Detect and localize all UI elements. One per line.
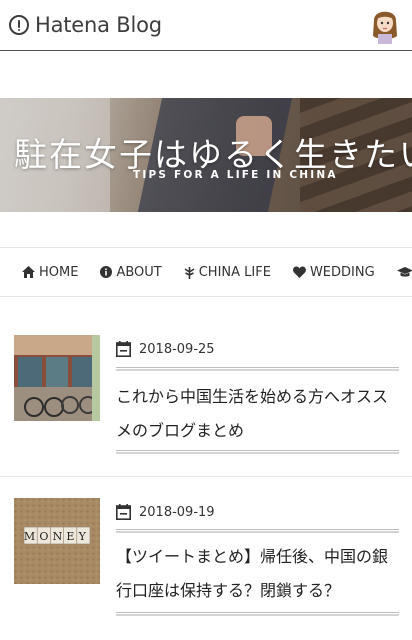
article-title[interactable]: 【ツイートまとめ】帰任後、中国の銀行口座は保持する？閉鎖する？: [116, 540, 399, 608]
title-rule-bottom: [116, 612, 399, 616]
street-bicycles-photo: [14, 335, 100, 421]
article-card[interactable]: 2018-09-25 これから中国生活を始める方へオススメのブログまとめ: [0, 300, 412, 480]
article-date: 2018-09-19: [116, 504, 215, 520]
nav-item-study[interactable]: [396, 266, 412, 278]
date-text: 2018-09-19: [139, 504, 215, 520]
calendar-icon: [116, 341, 131, 357]
hatena-logo-icon: [9, 15, 29, 35]
article-thumbnail[interactable]: [14, 335, 100, 421]
blog-tagline: TIPS FOR A LIFE IN CHINA: [133, 169, 338, 181]
category-nav: HOME ABOUT CHINA LIFE WEDDING: [0, 247, 412, 297]
title-rule-bottom: [116, 450, 399, 454]
money-text: MONEY: [24, 530, 90, 543]
home-icon: [22, 266, 35, 278]
article-thumbnail[interactable]: MONEY: [14, 498, 100, 584]
calendar-icon: [116, 504, 131, 520]
hatena-blog-brand[interactable]: Hatena Blog: [9, 10, 162, 40]
nav-item-home[interactable]: HOME: [22, 265, 78, 280]
heart-icon: [293, 266, 306, 278]
nav-label: CHINA LIFE: [198, 264, 271, 280]
nav-item-china-life[interactable]: CHINA LIFE: [184, 265, 271, 280]
article-title[interactable]: これから中国生活を始める方へオススメのブログまとめ: [116, 380, 399, 448]
title-rule-top: [116, 529, 399, 533]
graduation-cap-icon: [396, 267, 412, 277]
nav-item-wedding[interactable]: WEDDING: [293, 265, 375, 280]
top-bar: Hatena Blog: [0, 0, 412, 51]
nav-label: ABOUT: [116, 264, 162, 280]
blog-header-banner[interactable]: 駐在女子はゆるく生きたい TIPS FOR A LIFE IN CHINA: [0, 98, 412, 212]
user-avatar-icon[interactable]: [370, 6, 400, 44]
article-card[interactable]: MONEY 2018-09-19 【ツイートまとめ】帰任後、中国の銀行口座は保持…: [0, 476, 412, 640]
nav-item-about[interactable]: ABOUT: [100, 264, 162, 280]
nav-label: WEDDING: [309, 264, 375, 280]
nav-label: HOME: [39, 264, 79, 280]
article-date: 2018-09-25: [116, 341, 215, 357]
money-blocks-photo: MONEY: [14, 498, 100, 584]
date-text: 2018-09-25: [139, 341, 215, 357]
leaf-icon: [184, 266, 195, 279]
info-icon: [100, 266, 113, 278]
title-rule-top: [116, 367, 399, 371]
brand-name: Hatena Blog: [35, 13, 162, 37]
